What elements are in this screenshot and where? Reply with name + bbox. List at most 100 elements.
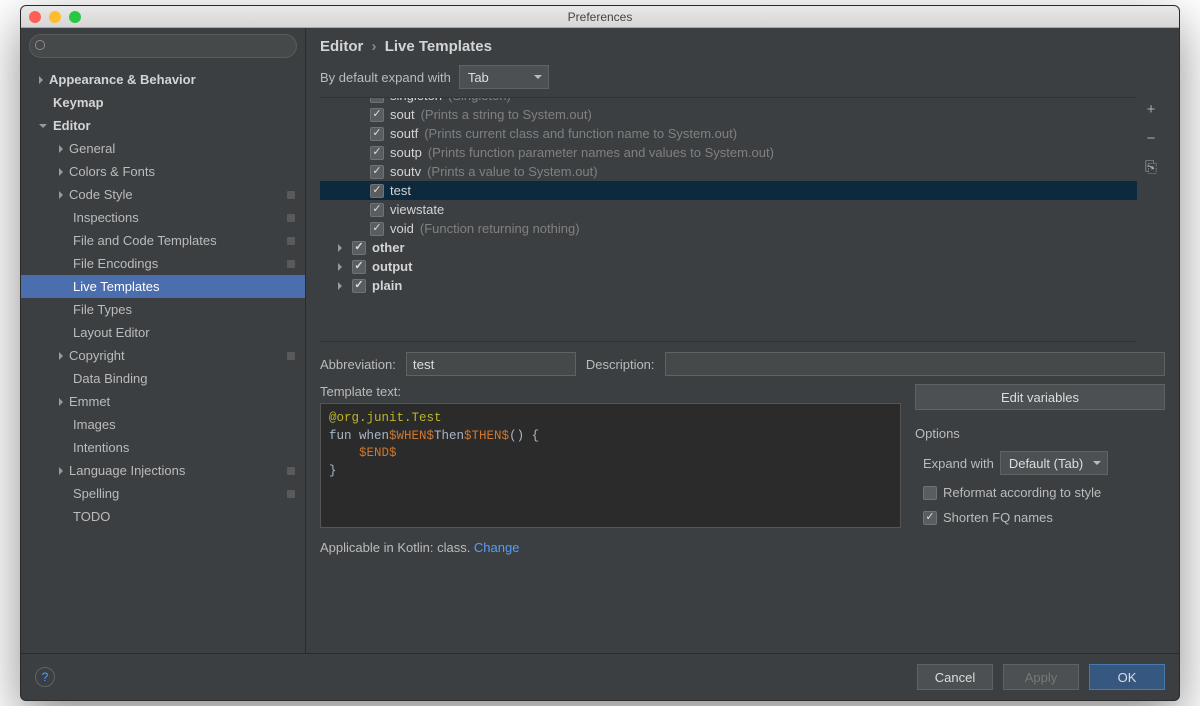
breadcrumb-root: Editor (320, 38, 363, 55)
modified-indicator-icon (287, 467, 295, 475)
template-checkbox[interactable] (370, 222, 384, 236)
chevron-down-icon (39, 124, 47, 128)
preferences-window: Preferences Appearance & Behavior Keymap E… (20, 5, 1180, 701)
change-context-link[interactable]: Change (474, 540, 520, 555)
template-checkbox[interactable] (370, 146, 384, 160)
apply-button[interactable]: Apply (1003, 664, 1079, 690)
group-label: other (372, 240, 405, 255)
sidebar-item[interactable]: Keymap (21, 91, 305, 114)
description-input[interactable] (665, 352, 1165, 376)
sidebar-item-label: General (69, 141, 115, 156)
template-checkbox[interactable] (370, 184, 384, 198)
template-abbr: soutv (390, 164, 421, 179)
description-label: Description: (586, 357, 655, 372)
remove-button[interactable]: − (1147, 130, 1156, 147)
group-checkbox[interactable] (352, 279, 366, 293)
sidebar-item[interactable]: Live Templates (21, 275, 305, 298)
template-row[interactable]: void (Function returning nothing) (320, 219, 1137, 238)
add-button[interactable]: + (1147, 101, 1156, 118)
template-checkbox[interactable] (370, 97, 384, 103)
template-checkbox[interactable] (370, 127, 384, 141)
template-row[interactable]: soutp (Prints function parameter names a… (320, 143, 1137, 162)
template-group[interactable]: output (320, 257, 1137, 276)
expand-label: By default expand with (320, 70, 451, 85)
abbreviation-input[interactable] (406, 352, 576, 376)
sidebar-item-label: Live Templates (73, 279, 159, 294)
template-row[interactable]: sout (Prints a string to System.out) (320, 105, 1137, 124)
expand-with-inline-select[interactable]: Default (Tab) (1000, 451, 1108, 475)
chevron-right-icon (59, 352, 63, 360)
sidebar-item-label: Data Binding (73, 371, 147, 386)
list-toolbar: + − ⎘ (1137, 97, 1165, 342)
template-row[interactable]: soutv (Prints a value to System.out) (320, 162, 1137, 181)
sidebar-item[interactable]: Code Style (21, 183, 305, 206)
sidebar-item[interactable]: Data Binding (21, 367, 305, 390)
help-button[interactable]: ? (35, 667, 55, 687)
sidebar-item[interactable]: File Types (21, 298, 305, 321)
expand-with-select[interactable]: Tab (459, 65, 549, 89)
sidebar-item[interactable]: TODO (21, 505, 305, 528)
sidebar-item-label: Keymap (53, 95, 104, 110)
template-editor[interactable]: @org.junit.Test fun when$WHEN$Then$THEN$… (320, 403, 901, 528)
sidebar-item-label: Images (73, 417, 116, 432)
template-row[interactable]: viewstate (320, 200, 1137, 219)
template-desc: (Singleton) (448, 97, 511, 103)
chevron-right-icon (59, 191, 63, 199)
template-checkbox[interactable] (370, 203, 384, 217)
sidebar-item[interactable]: Emmet (21, 390, 305, 413)
sidebar-item-label: Code Style (69, 187, 133, 202)
sidebar-item[interactable]: File and Code Templates (21, 229, 305, 252)
ok-button[interactable]: OK (1089, 664, 1165, 690)
sidebar-item-label: Editor (53, 118, 91, 133)
template-list[interactable]: singleton (Singleton)sout (Prints a stri… (320, 97, 1137, 342)
template-abbr: test (390, 183, 411, 198)
template-row[interactable]: soutf (Prints current class and function… (320, 124, 1137, 143)
sidebar-item[interactable]: Editor (21, 114, 305, 137)
template-checkbox[interactable] (370, 165, 384, 179)
shorten-fq-checkbox[interactable] (923, 511, 937, 525)
applicable-context: Applicable in Kotlin: class. Change (306, 538, 1179, 563)
sidebar-item-label: TODO (73, 509, 110, 524)
sidebar-item[interactable]: Appearance & Behavior (21, 68, 305, 91)
sidebar-item[interactable]: Inspections (21, 206, 305, 229)
sidebar-item-label: File Encodings (73, 256, 158, 271)
sidebar-item[interactable]: Language Injections (21, 459, 305, 482)
template-text-label: Template text: (320, 384, 901, 399)
template-abbr: soutp (390, 145, 422, 160)
abbreviation-label: Abbreviation: (320, 357, 396, 372)
sidebar-item[interactable]: Spelling (21, 482, 305, 505)
sidebar-item-label: Spelling (73, 486, 119, 501)
dialog-footer: ? Cancel Apply OK (21, 653, 1179, 700)
reformat-checkbox[interactable] (923, 486, 937, 500)
sidebar-item[interactable]: File Encodings (21, 252, 305, 275)
sidebar-item-label: Copyright (69, 348, 125, 363)
sidebar-item-label: Emmet (69, 394, 110, 409)
chevron-right-icon (338, 282, 342, 290)
titlebar: Preferences (21, 6, 1179, 28)
sidebar-item[interactable]: Layout Editor (21, 321, 305, 344)
chevron-right-icon (338, 244, 342, 252)
settings-tree: Appearance & Behavior Keymap Editor General… (21, 64, 305, 653)
sidebar-item[interactable]: Colors & Fonts (21, 160, 305, 183)
sidebar-item[interactable]: Copyright (21, 344, 305, 367)
template-desc: (Prints function parameter names and val… (428, 145, 774, 160)
search-input[interactable] (29, 34, 297, 58)
cancel-button[interactable]: Cancel (917, 664, 993, 690)
template-checkbox[interactable] (370, 108, 384, 122)
chevron-down-icon (534, 75, 542, 79)
template-row[interactable]: singleton (Singleton) (320, 97, 1137, 105)
sidebar-item[interactable]: General (21, 137, 305, 160)
template-abbr: sout (390, 107, 415, 122)
template-group[interactable]: other (320, 238, 1137, 257)
group-checkbox[interactable] (352, 241, 366, 255)
template-group[interactable]: plain (320, 276, 1137, 295)
sidebar: Appearance & Behavior Keymap Editor General… (21, 28, 306, 653)
sidebar-item[interactable]: Images (21, 413, 305, 436)
edit-variables-button[interactable]: Edit variables (915, 384, 1165, 410)
template-row[interactable]: test (320, 181, 1137, 200)
copy-button[interactable]: ⎘ (1145, 159, 1157, 176)
group-checkbox[interactable] (352, 260, 366, 274)
template-abbr: viewstate (390, 202, 444, 217)
chevron-right-icon (338, 263, 342, 271)
sidebar-item[interactable]: Intentions (21, 436, 305, 459)
